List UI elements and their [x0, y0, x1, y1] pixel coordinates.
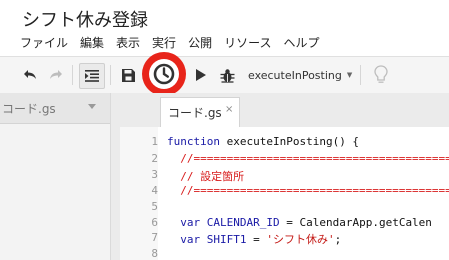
menu-file[interactable]: ファイル: [20, 34, 68, 52]
menu-resources[interactable]: リソース: [224, 34, 271, 52]
close-icon[interactable]: ×: [225, 104, 233, 115]
toolbar-divider: [360, 65, 361, 85]
redo-icon: [50, 70, 62, 79]
tab-code-gs[interactable]: コード.gs ×: [160, 97, 240, 127]
code-variable: CALENDAR_ID: [200, 216, 280, 229]
run-button[interactable]: [188, 63, 212, 87]
sidebar-file-item[interactable]: コード.gs: [0, 93, 110, 124]
toolbar-divider: [110, 65, 111, 85]
sidebar-file-label: コード.gs: [2, 102, 56, 116]
code-variable: SHIFT1: [200, 233, 247, 246]
line-number: 5: [151, 200, 158, 213]
code-editor[interactable]: function executeInPosting() { //========…: [158, 127, 449, 260]
lightbulb-icon: [374, 65, 388, 83]
debug-button[interactable]: [215, 63, 239, 87]
code-line-2: //======================================…: [167, 152, 449, 165]
line-number: 8: [151, 247, 158, 260]
code-line-7: var SHIFT1 = 'シフト休み';: [167, 231, 341, 247]
menu-view[interactable]: 表示: [116, 34, 140, 52]
code-string: 'シフト休み': [266, 233, 335, 246]
menu-publish[interactable]: 公開: [188, 34, 212, 52]
code-text: =: [246, 233, 267, 246]
code-keyword: var: [167, 216, 201, 229]
code-text: = CalendarApp.getCalen: [279, 216, 432, 229]
pane-divider[interactable]: [111, 93, 120, 260]
code-text: executeInPosting() {: [219, 135, 360, 148]
code-keyword: function: [167, 135, 220, 148]
redo-button[interactable]: [44, 63, 68, 87]
document-title[interactable]: シフト休み登録: [22, 6, 148, 32]
function-select[interactable]: executeInPosting ▼: [248, 64, 352, 86]
tab-label: コード.gs: [168, 106, 222, 120]
code-line-3: // 設定箇所: [167, 170, 245, 183]
line-number: 6: [151, 216, 158, 229]
line-number: 1: [151, 135, 158, 148]
line-number: 3: [151, 168, 158, 181]
toolbar-divider: [72, 65, 73, 85]
code-line-6: var CALENDAR_ID = CalendarApp.getCalen: [167, 216, 432, 229]
indent-button[interactable]: [79, 63, 105, 89]
line-number: 4: [151, 184, 158, 197]
function-select-value: executeInPosting: [248, 68, 342, 82]
line-number-gutter: 1 2 3 4 5 6 7 8: [120, 127, 159, 260]
clock-triggers-icon: [153, 63, 175, 85]
save-button[interactable]: [116, 63, 140, 87]
save-icon: [121, 68, 135, 82]
menu-edit[interactable]: 編集: [80, 34, 104, 52]
debug-bug-icon: [220, 68, 234, 83]
menu-run[interactable]: 実行: [152, 34, 176, 52]
line-number: 2: [151, 152, 158, 165]
code-text: ;: [334, 233, 342, 246]
undo-button[interactable]: [18, 63, 42, 87]
code-line-4: //======================================…: [167, 184, 449, 197]
triggers-button[interactable]: [149, 59, 179, 89]
lightbulb-button[interactable]: [369, 63, 393, 87]
chevron-down-icon: ▼: [346, 71, 353, 79]
run-icon: [195, 69, 206, 81]
line-number: 7: [151, 231, 158, 244]
code-keyword: var: [167, 233, 201, 246]
indent-icon: [85, 70, 99, 82]
toolbar: executeInPosting ▼: [0, 56, 449, 94]
code-line-1: function executeInPosting() {: [167, 135, 359, 148]
chevron-down-icon[interactable]: [88, 104, 96, 109]
menu-help[interactable]: ヘルプ: [283, 34, 319, 52]
menu-bar: ファイル 編集 表示 実行 公開 リソース ヘルプ: [14, 34, 326, 52]
undo-icon: [24, 70, 36, 79]
